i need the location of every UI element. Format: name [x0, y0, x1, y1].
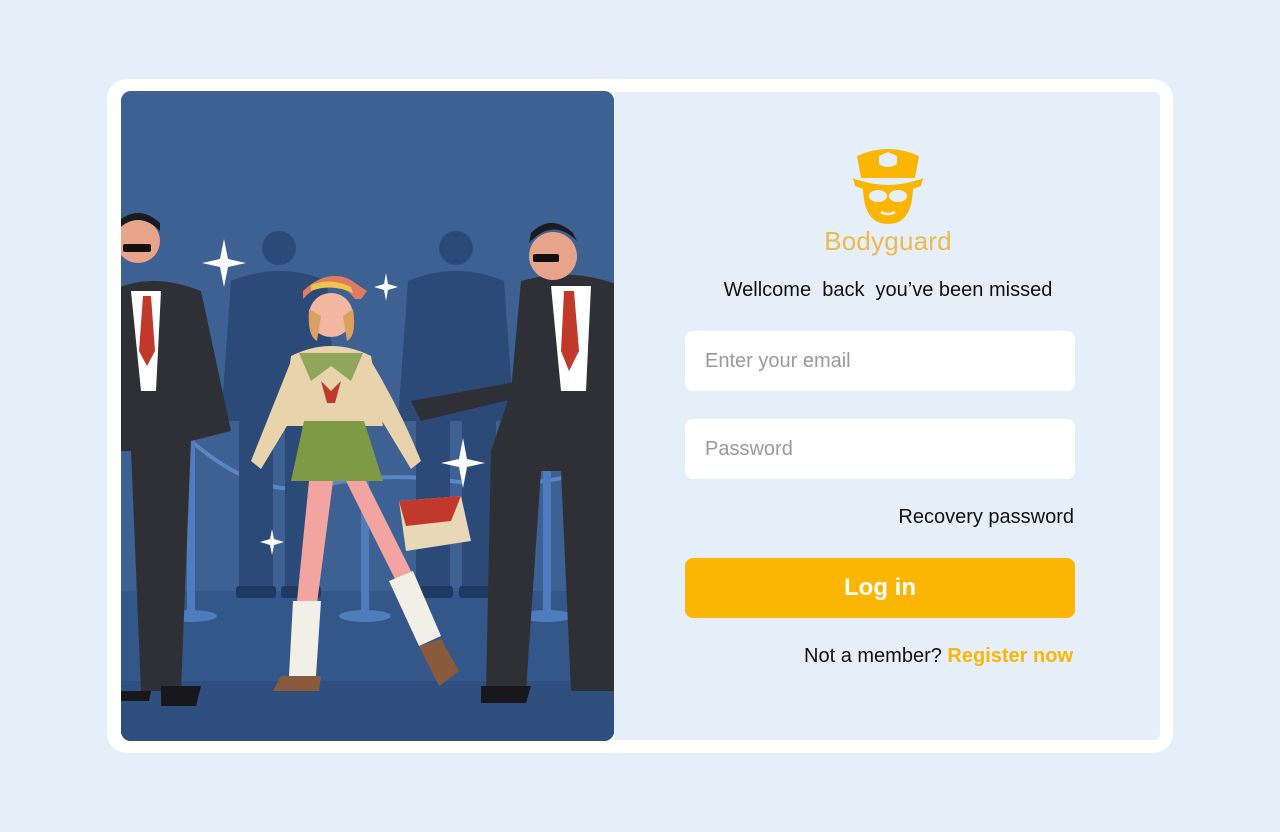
register-prompt: Not a member?: [804, 645, 942, 667]
recovery-password-link[interactable]: Recovery password: [898, 506, 1074, 529]
login-button[interactable]: Log in: [685, 558, 1075, 618]
bodyguard-face-icon: [853, 149, 923, 224]
email-field[interactable]: [685, 331, 1075, 391]
brand-logo: Bodyguard: [822, 146, 954, 257]
register-now-link[interactable]: Register now: [947, 645, 1073, 667]
welcome-message: Wellcome back you’ve been missed: [723, 279, 1053, 301]
brand-name: Bodyguard: [824, 226, 952, 256]
register-line: Not a member? Register now: [804, 645, 1073, 668]
hero-illustration: [121, 91, 614, 741]
password-field[interactable]: [685, 419, 1075, 479]
